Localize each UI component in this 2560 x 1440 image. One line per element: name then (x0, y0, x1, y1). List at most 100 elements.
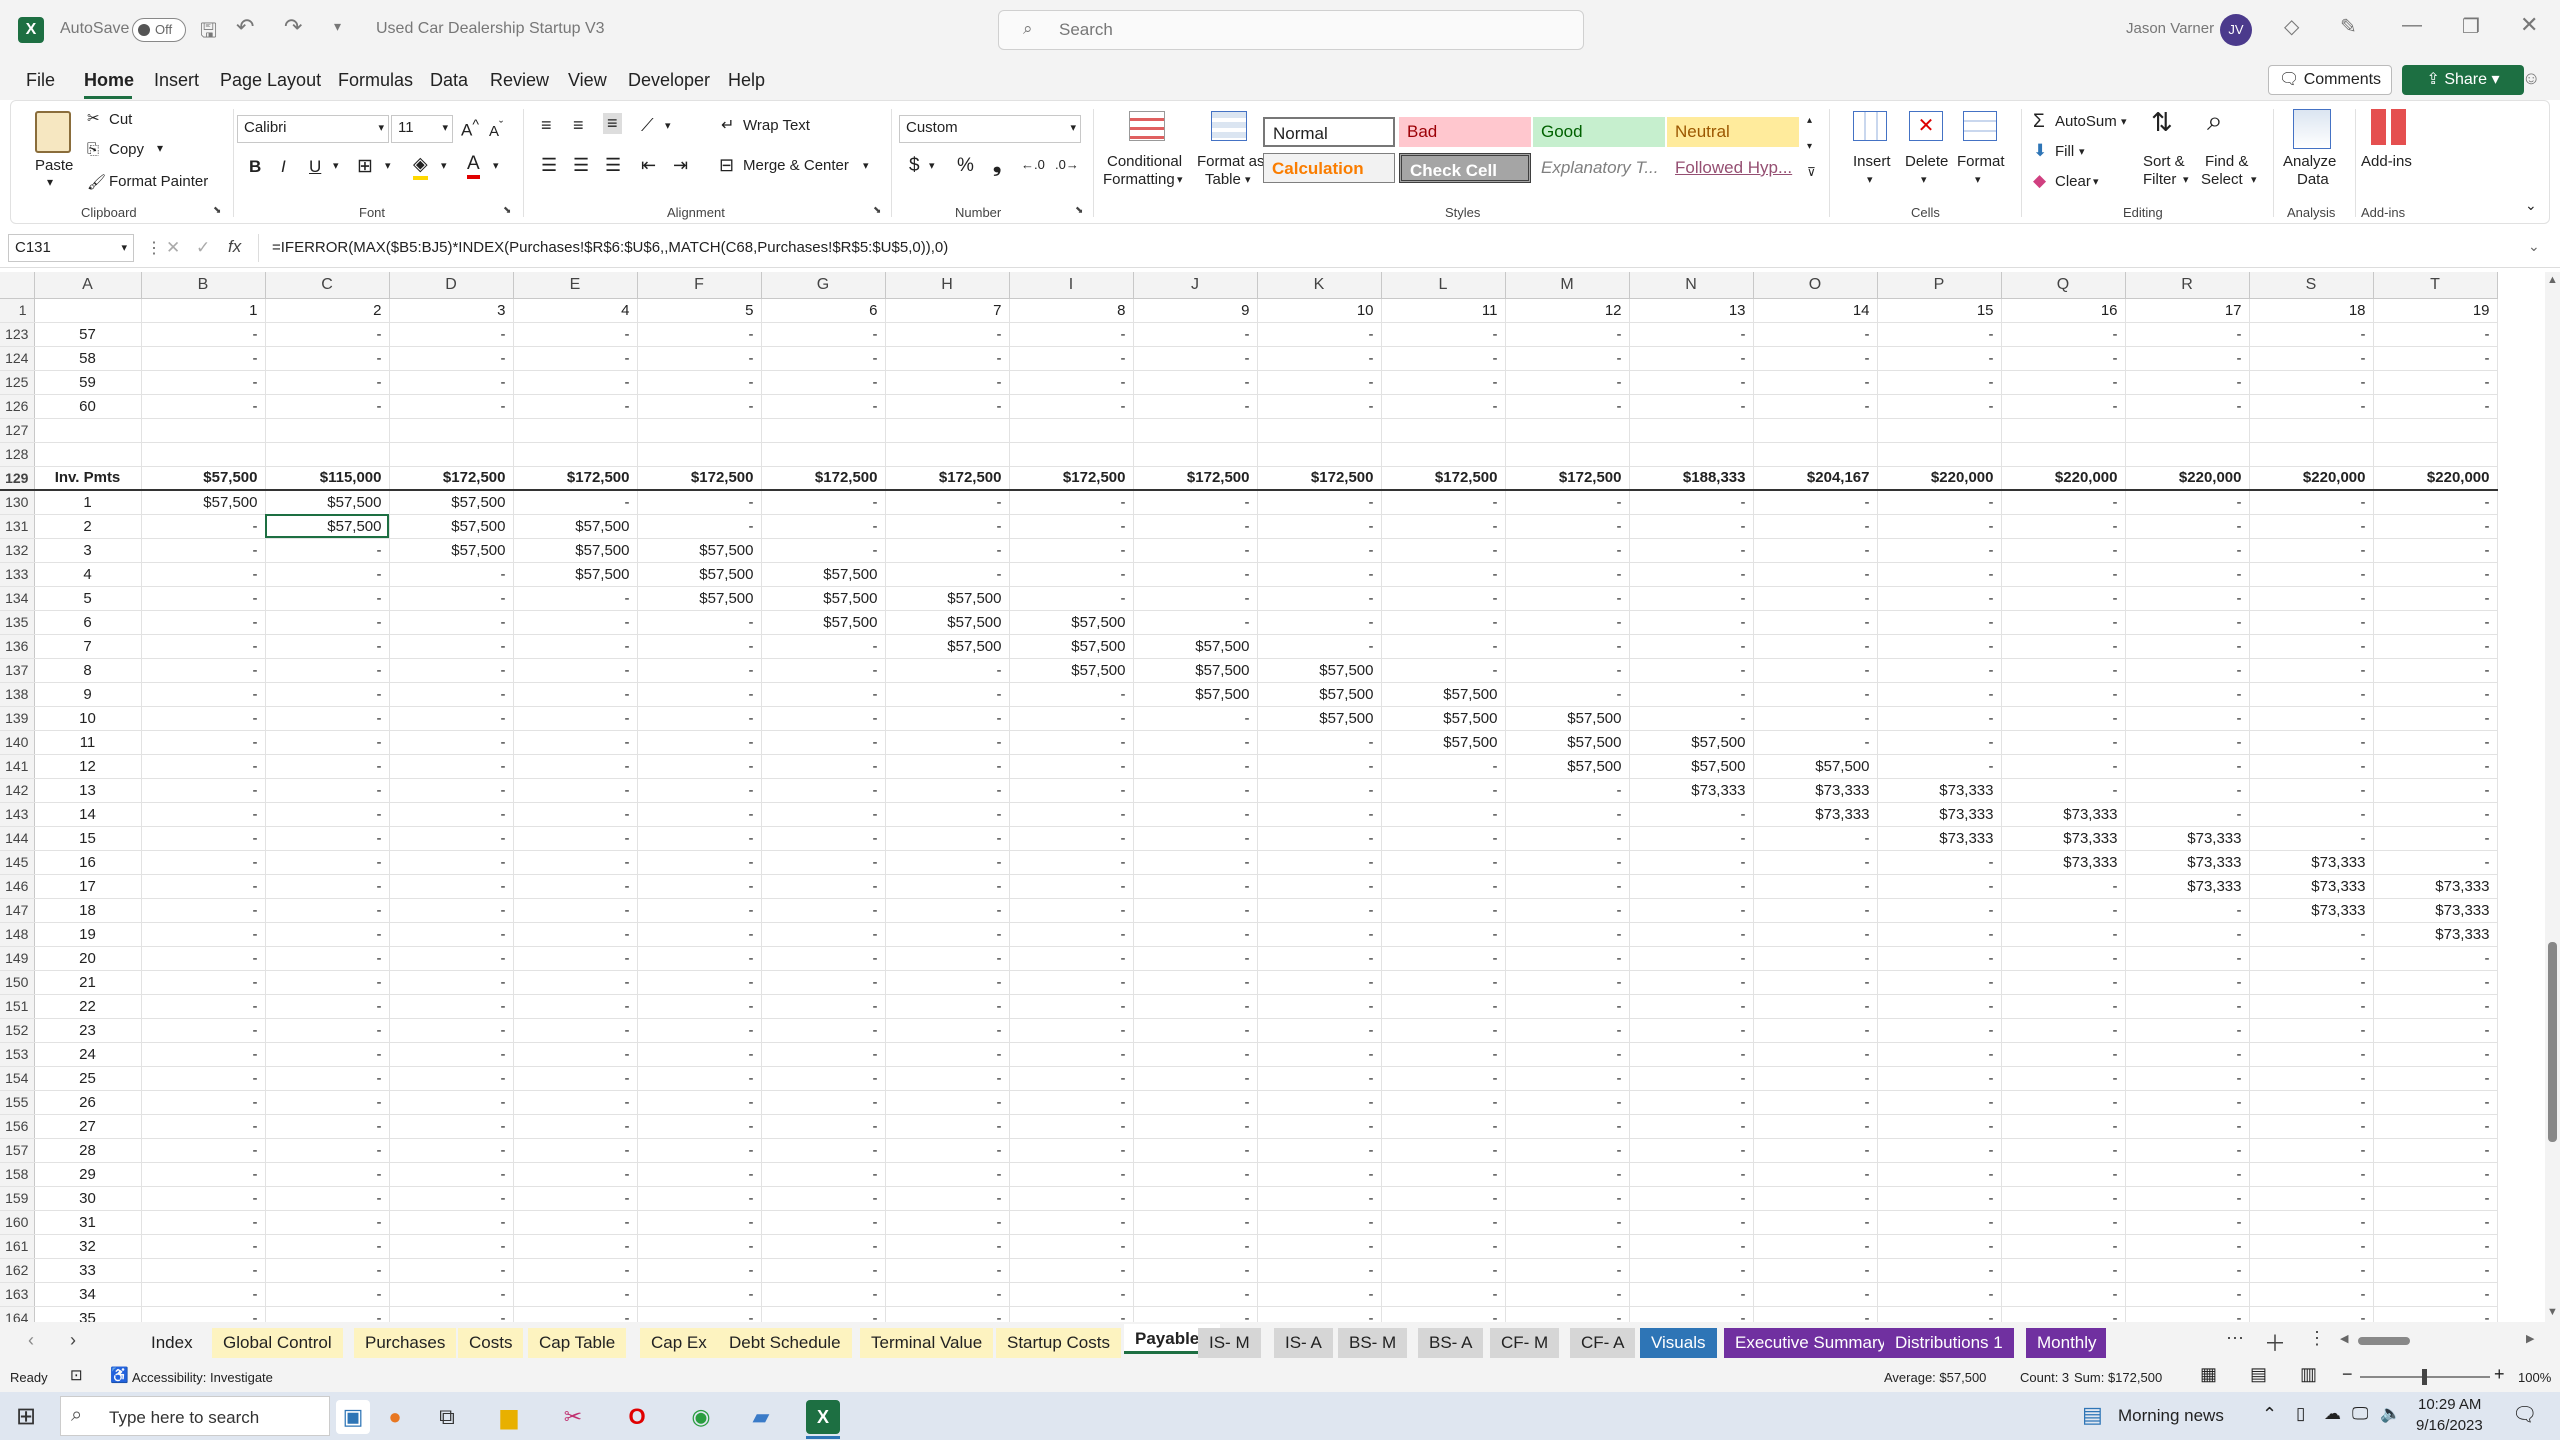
row-header[interactable]: 139 (0, 706, 35, 731)
spreadsheet-grid[interactable]: A B C D E F G H I J K L M N O P Q R S T 1 1 2 3 4 5 6 7 8 9 10 11 12 13 14… (0, 272, 2545, 1322)
cell[interactable]: $57,500 (885, 634, 1010, 659)
cell[interactable]: - (637, 706, 762, 731)
menu-file[interactable]: File (26, 70, 55, 91)
format-as-table-icon[interactable] (1211, 111, 1247, 141)
sum-readout[interactable]: Sum: $172,500 (2074, 1370, 2162, 1385)
cell[interactable]: $57,500 (761, 586, 886, 611)
cell[interactable]: - (2001, 1018, 2126, 1043)
cell[interactable]: - (389, 802, 514, 827)
redo-icon[interactable]: ↷ (284, 14, 302, 40)
cell[interactable]: - (141, 946, 266, 971)
cell[interactable]: $57,500 (389, 514, 514, 539)
row-header[interactable]: 162 (0, 1258, 35, 1283)
cell[interactable]: - (1133, 610, 1258, 635)
cell[interactable]: - (1753, 1186, 1878, 1211)
cell[interactable]: - (1877, 322, 2002, 347)
cell[interactable]: - (265, 1234, 390, 1259)
cell[interactable]: - (389, 562, 514, 587)
row-header[interactable]: 149 (0, 946, 35, 971)
cell[interactable]: - (1381, 658, 1506, 683)
sheet-tab[interactable]: CF- M (1490, 1328, 1560, 1358)
number-format-select[interactable]: Custom ▾ (899, 115, 1081, 143)
cell[interactable]: - (2001, 1210, 2126, 1235)
cell[interactable]: - (141, 1234, 266, 1259)
cell[interactable]: - (761, 850, 886, 875)
cell[interactable]: - (637, 1234, 762, 1259)
cell[interactable]: - (637, 898, 762, 923)
cell[interactable]: - (1009, 1018, 1134, 1043)
cell[interactable]: - (1505, 1282, 1630, 1307)
cell[interactable]: - (637, 1162, 762, 1187)
cell[interactable]: - (1877, 538, 2002, 563)
cell[interactable]: - (1257, 1210, 1382, 1235)
cell[interactable]: - (1381, 1066, 1506, 1091)
cell[interactable]: - (1257, 1066, 1382, 1091)
cell[interactable]: - (1381, 778, 1506, 803)
sheet-options-icon[interactable]: ⋮ (2308, 1328, 2326, 1349)
macro-record-icon[interactable]: ⊡ (70, 1366, 83, 1384)
cell[interactable]: - (265, 658, 390, 683)
cell[interactable]: - (1629, 1018, 1754, 1043)
cell[interactable]: - (1753, 1162, 1878, 1187)
vertical-scroll-thumb[interactable] (2548, 942, 2557, 1142)
insert-cells-icon[interactable] (1853, 111, 1887, 141)
table-dropdown-icon[interactable]: ▾ (1245, 173, 1251, 186)
cell[interactable]: - (885, 946, 1010, 971)
cell[interactable]: - (1753, 394, 1878, 419)
cell[interactable]: $57,500 (265, 490, 390, 515)
row-header[interactable]: 158 (0, 1162, 35, 1187)
cell[interactable]: - (1877, 994, 2002, 1019)
cell[interactable]: $73,333 (2001, 826, 2126, 851)
cell[interactable]: - (1133, 754, 1258, 779)
cell[interactable]: - (1257, 1234, 1382, 1259)
cell[interactable]: - (2249, 538, 2374, 563)
cell[interactable]: - (1381, 1234, 1506, 1259)
cell[interactable]: - (1009, 898, 1134, 923)
cell[interactable]: - (2001, 490, 2126, 515)
cell[interactable]: - (1629, 1282, 1754, 1307)
cell[interactable]: - (761, 1258, 886, 1283)
cell[interactable]: - (1009, 706, 1134, 731)
cell[interactable]: - (2125, 1090, 2250, 1115)
cell[interactable]: - (2001, 778, 2126, 803)
cell[interactable]: - (1009, 754, 1134, 779)
cell[interactable]: - (761, 754, 886, 779)
cell[interactable]: - (2373, 730, 2498, 755)
page-layout-view-icon[interactable]: ▤ (2250, 1364, 2267, 1385)
cell[interactable]: - (1009, 394, 1134, 419)
cell[interactable]: - (1505, 634, 1630, 659)
cell[interactable]: - (513, 490, 638, 515)
cell[interactable]: $172,500 (1009, 466, 1134, 491)
cell[interactable]: - (1133, 802, 1258, 827)
cell[interactable]: - (265, 1210, 390, 1235)
delete-dropdown-icon[interactable]: ▾ (1921, 173, 1927, 186)
close-icon[interactable]: ✕ (2520, 12, 2538, 38)
zoom-slider-thumb[interactable] (2422, 1369, 2427, 1385)
scroll-left-icon[interactable]: ◀ (2340, 1332, 2348, 1345)
cell[interactable]: - (1381, 1210, 1506, 1235)
delete-cells-icon[interactable]: ✕ (1909, 111, 1943, 141)
paste-button[interactable]: Paste (35, 157, 73, 174)
cell[interactable]: $57,500 (1753, 754, 1878, 779)
cell[interactable]: - (885, 778, 1010, 803)
cell[interactable] (1877, 418, 2002, 443)
cell[interactable]: - (1877, 1210, 2002, 1235)
cell[interactable]: - (265, 778, 390, 803)
cell[interactable]: 19 (2373, 298, 2498, 323)
cell[interactable]: - (637, 1090, 762, 1115)
cell[interactable]: - (761, 634, 886, 659)
cell[interactable]: - (1009, 586, 1134, 611)
cell[interactable]: - (513, 394, 638, 419)
cell[interactable]: 32 (34, 1234, 142, 1259)
sort-filter-icon[interactable]: ⇅ (2151, 107, 2173, 138)
cell[interactable]: - (389, 1234, 514, 1259)
cell[interactable]: - (1753, 946, 1878, 971)
cell[interactable]: - (265, 1042, 390, 1067)
align-center-icon[interactable]: ☰ (573, 155, 589, 176)
cell[interactable]: - (2125, 346, 2250, 371)
cell[interactable]: - (2249, 946, 2374, 971)
cell[interactable]: - (1257, 634, 1382, 659)
cell[interactable]: - (1133, 994, 1258, 1019)
autosave-toggle[interactable]: Off (132, 18, 186, 42)
cell[interactable]: - (1877, 1258, 2002, 1283)
